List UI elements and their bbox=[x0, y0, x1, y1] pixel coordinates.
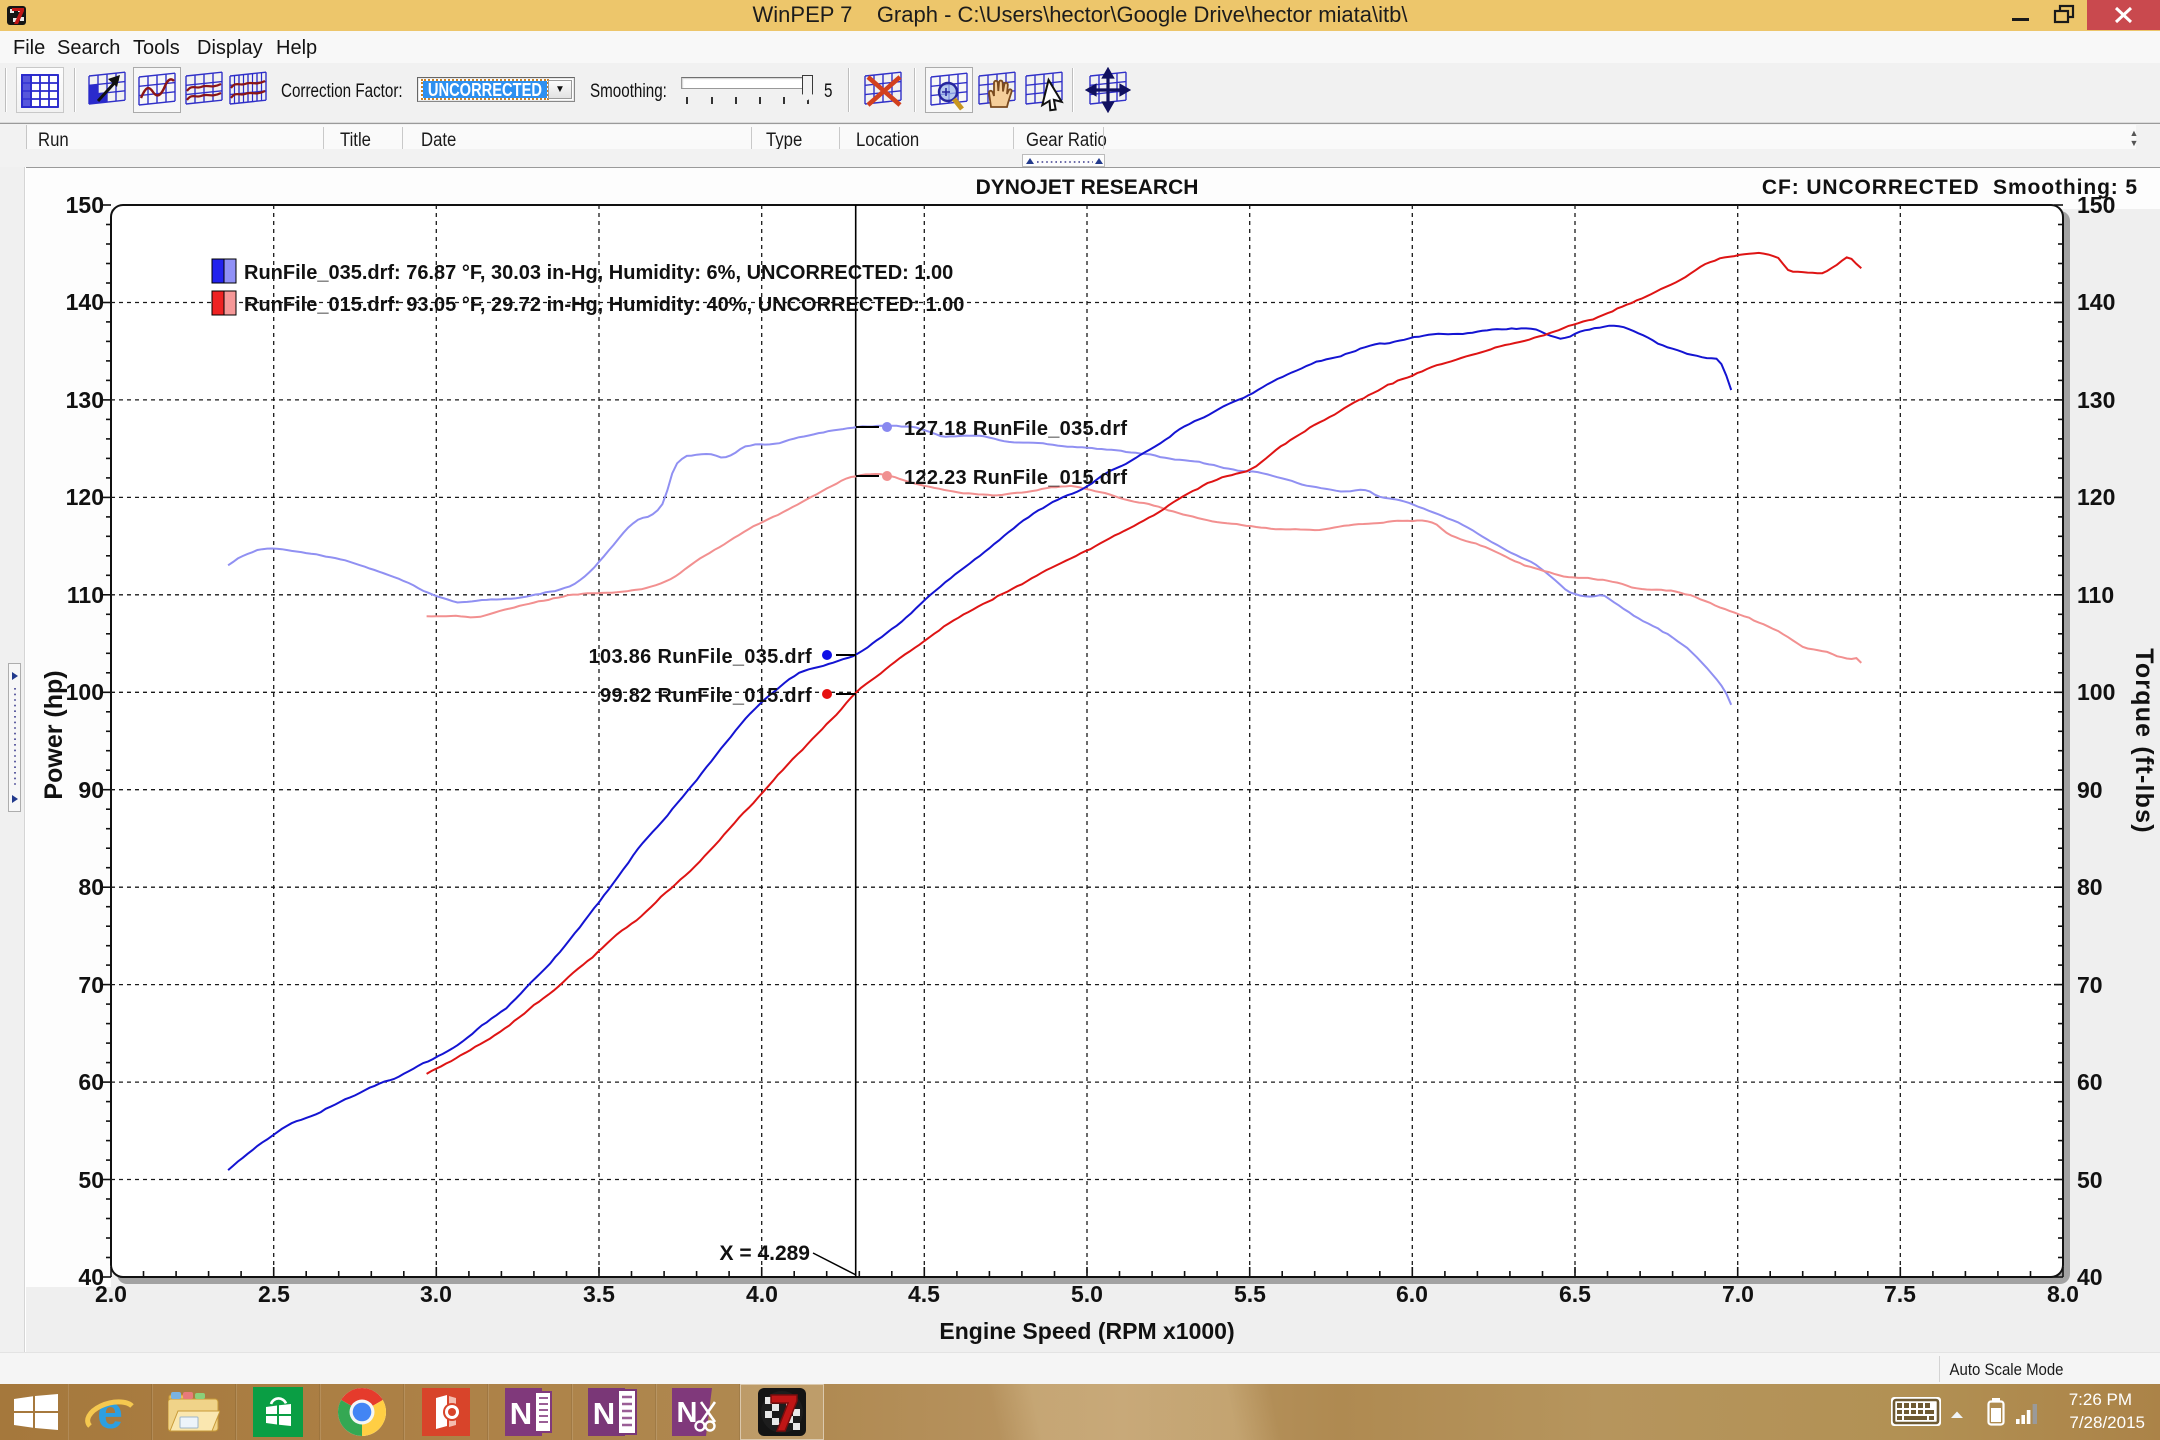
svg-text:70: 70 bbox=[2077, 972, 2103, 998]
svg-text:130: 130 bbox=[2077, 387, 2115, 413]
svg-text:3.0: 3.0 bbox=[420, 1281, 452, 1307]
svg-text:120: 120 bbox=[66, 484, 104, 510]
svg-text:4.5: 4.5 bbox=[908, 1281, 940, 1307]
svg-text:Torque (ft-lbs): Torque (ft-lbs) bbox=[2130, 648, 2158, 834]
svg-text:8.0: 8.0 bbox=[2047, 1281, 2079, 1307]
svg-text:99.82 RunFile_015.drf: 99.82 RunFile_015.drf bbox=[600, 685, 812, 707]
svg-text:3.5: 3.5 bbox=[583, 1281, 615, 1307]
svg-text:X = 4.289: X = 4.289 bbox=[720, 1242, 811, 1265]
svg-text:100: 100 bbox=[2077, 679, 2115, 705]
svg-text:50: 50 bbox=[2077, 1167, 2103, 1193]
svg-text:122.23 RunFile_015.drf: 122.23 RunFile_015.drf bbox=[904, 467, 1127, 489]
svg-text:6.0: 6.0 bbox=[1396, 1281, 1428, 1307]
svg-text:120: 120 bbox=[2077, 484, 2115, 510]
svg-text:RunFile_015.drf: 93.05 °F, 29.: RunFile_015.drf: 93.05 °F, 29.72 in-Hg, … bbox=[244, 294, 964, 316]
svg-text:90: 90 bbox=[2077, 777, 2103, 803]
svg-text:7.0: 7.0 bbox=[1722, 1281, 1754, 1307]
svg-text:5.0: 5.0 bbox=[1071, 1281, 1103, 1307]
svg-text:40: 40 bbox=[2077, 1264, 2103, 1290]
svg-text:150: 150 bbox=[2077, 192, 2115, 218]
svg-text:110: 110 bbox=[2077, 582, 2114, 608]
svg-text:150: 150 bbox=[66, 192, 104, 218]
svg-text:103.86 RunFile_035.drf: 103.86 RunFile_035.drf bbox=[589, 646, 812, 668]
svg-text:Engine Speed (RPM x1000): Engine Speed (RPM x1000) bbox=[939, 1318, 1234, 1344]
svg-text:90: 90 bbox=[78, 777, 104, 803]
svg-text:80: 80 bbox=[78, 874, 104, 900]
svg-text:4.0: 4.0 bbox=[746, 1281, 778, 1307]
svg-text:100: 100 bbox=[66, 679, 104, 705]
svg-text:50: 50 bbox=[78, 1167, 104, 1193]
svg-text:70: 70 bbox=[78, 972, 104, 998]
svg-text:N: N bbox=[593, 1396, 615, 1431]
svg-text:N: N bbox=[510, 1396, 532, 1431]
svg-text:140: 140 bbox=[2077, 289, 2115, 315]
svg-text:DYNOJET RESEARCH: DYNOJET RESEARCH bbox=[976, 176, 1199, 199]
svg-text:60: 60 bbox=[78, 1069, 104, 1095]
svg-text:6.5: 6.5 bbox=[1559, 1281, 1591, 1307]
svg-text:5.5: 5.5 bbox=[1234, 1281, 1266, 1307]
svg-text:110: 110 bbox=[67, 582, 104, 608]
svg-text:7.5: 7.5 bbox=[1884, 1281, 1916, 1307]
svg-text:e: e bbox=[97, 1386, 123, 1438]
svg-text:2.0: 2.0 bbox=[95, 1281, 127, 1307]
svg-text:60: 60 bbox=[2077, 1069, 2103, 1095]
svg-text:130: 130 bbox=[66, 387, 104, 413]
svg-text:Power (hp): Power (hp) bbox=[40, 670, 68, 799]
svg-text:80: 80 bbox=[2077, 874, 2103, 900]
svg-text:140: 140 bbox=[66, 289, 104, 315]
svg-text:N: N bbox=[677, 1397, 698, 1429]
svg-text:2.5: 2.5 bbox=[258, 1281, 290, 1307]
svg-text:RunFile_035.drf: 76.87 °F, 30.: RunFile_035.drf: 76.87 °F, 30.03 in-Hg, … bbox=[244, 262, 953, 284]
svg-text:127.18 RunFile_035.drf: 127.18 RunFile_035.drf bbox=[904, 418, 1127, 440]
